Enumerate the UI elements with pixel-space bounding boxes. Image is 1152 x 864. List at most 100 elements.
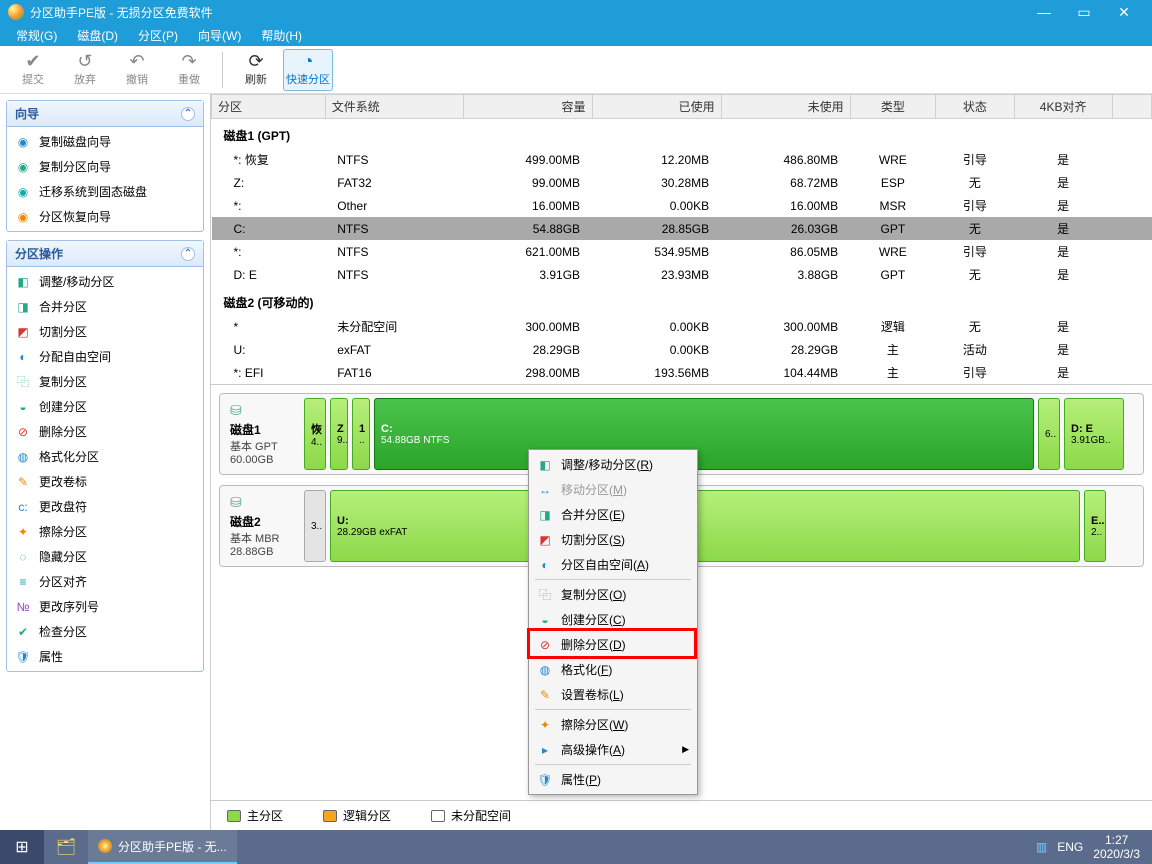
col-header[interactable]: 状态 [935,95,1014,119]
partition-row[interactable]: D: ENTFS3.91GB23.93MB3.88GBGPT无是 [212,263,1152,286]
maximize-button[interactable]: ▭ [1064,0,1104,24]
ctx-设置卷标(L)[interactable]: ✎设置卷标(L) [531,682,695,707]
col-header[interactable]: 容量 [463,95,592,119]
partition-block[interactable]: Z9.. [330,398,348,470]
action-分区对齐[interactable]: ≡分区对齐 [7,569,203,594]
ctx-合并分区(E)[interactable]: ◨合并分区(E) [531,502,695,527]
tool-撤销: ↶撤销 [112,49,162,91]
menu-item[interactable]: 磁盘(D) [67,25,128,46]
minimize-button[interactable]: — [1024,0,1064,24]
partition-row[interactable]: *: 恢复NTFS499.00MB12.20MB486.80MBWRE引导是 [212,148,1152,171]
menu-item[interactable]: 分区(P) [128,25,188,46]
partition-row[interactable]: *未分配空间300.00MB0.00KB300.00MB逻辑无是 [212,315,1152,338]
partition-row[interactable]: *: EFIFAT16298.00MB193.56MB104.44MB主引导是 [212,361,1152,384]
action-合并分区[interactable]: ◨合并分区 [7,294,203,319]
ctx-分区自由空间(A)[interactable]: ◐分区自由空间(A) [531,552,695,577]
partition-row[interactable]: *:NTFS621.00MB534.95MB86.05MBWRE引导是 [212,240,1152,263]
action-创建分区[interactable]: ◒创建分区 [7,394,203,419]
action-分区恢复向导[interactable]: ◉分区恢复向导 [7,204,203,229]
ops-panel-header[interactable]: 分区操作 ⌃ [7,241,203,267]
ctx-删除分区(D)[interactable]: ⊘删除分区(D) [531,632,695,657]
action-分配自由空间[interactable]: ◐分配自由空间 [7,344,203,369]
partition-block[interactable]: 恢4.. [304,398,326,470]
action-切割分区[interactable]: ◩切割分区 [7,319,203,344]
partition-block[interactable]: 3.. [304,490,326,562]
col-header[interactable]: 文件系统 [325,95,463,119]
action-删除分区[interactable]: ⊘删除分区 [7,419,203,444]
tool-icon: ✔ [25,52,40,70]
ctx-切割分区(S)[interactable]: ◩切割分区(S) [531,527,695,552]
tray-icon[interactable]: ▥ [1036,840,1047,854]
collapse-icon[interactable]: ⌃ [181,247,195,261]
tool-label: 重做 [178,71,200,87]
partition-row[interactable]: Z:FAT3299.00MB30.28MB68.72MBESP无是 [212,171,1152,194]
ctx-label: 高级操作(A) [561,741,625,758]
close-button[interactable]: ✕ [1104,0,1144,24]
partition-block[interactable]: C:54.88GB NTFS [374,398,1034,470]
action-复制磁盘向导[interactable]: ◉复制磁盘向导 [7,129,203,154]
action-擦除分区[interactable]: ✦擦除分区 [7,519,203,544]
col-header[interactable]: 未使用 [721,95,850,119]
clock[interactable]: 1:27 2020/3/3 [1093,833,1140,862]
action-label: 分配自由空间 [39,348,111,365]
partition-block[interactable]: 6.. [1038,398,1060,470]
clock-date: 2020/3/3 [1093,847,1140,861]
action-icon: 🛡 [15,649,31,665]
action-label: 分区对齐 [39,573,87,590]
partition-row[interactable]: C:NTFS54.88GB28.85GB26.03GBGPT无是 [212,217,1152,240]
tool-刷新[interactable]: ⟳刷新 [231,49,281,91]
action-更改盘符[interactable]: c:更改盘符 [7,494,203,519]
action-格式化分区[interactable]: ◍格式化分区 [7,444,203,469]
col-header[interactable]: 已使用 [592,95,721,119]
ctx-label: 复制分区(O) [561,586,626,603]
menu-item[interactable]: 帮助(H) [251,25,312,46]
disk-label[interactable]: ⛁磁盘1基本 GPT60.00GB [224,398,300,470]
ctx-调整/移动分区(R)[interactable]: ◧调整/移动分区(R) [531,452,695,477]
file-explorer-icon[interactable]: 🗂 [44,830,88,864]
action-检查分区[interactable]: ✔检查分区 [7,619,203,644]
action-属性[interactable]: 🛡 属性 [7,644,203,669]
col-header[interactable]: 4KB对齐 [1014,95,1112,119]
ctx-复制分区(O)[interactable]: ⿻复制分区(O) [531,582,695,607]
action-复制分区向导[interactable]: ◉复制分区向导 [7,154,203,179]
ctx-擦除分区(W)[interactable]: ✦擦除分区(W) [531,712,695,737]
taskbar-app-item[interactable]: 分区助手PE版 - 无... [88,830,237,864]
partition-block[interactable]: U:28.29GB exFAT [330,490,1080,562]
ctx-label: 创建分区(C) [561,611,626,628]
partition-block[interactable]: E..2.. [1084,490,1106,562]
action-label: 隐藏分区 [39,548,87,565]
action-复制分区[interactable]: ⿻复制分区 [7,369,203,394]
menu-item[interactable]: 向导(W) [188,25,251,46]
start-button[interactable]: ⊞ [0,830,44,864]
action-icon: ✦ [15,524,31,540]
ctx-格式化(F)[interactable]: ◍格式化(F) [531,657,695,682]
col-header[interactable]: 分区 [212,95,326,119]
partition-block[interactable]: 1.. [352,398,370,470]
action-更改卷标[interactable]: ✎更改卷标 [7,469,203,494]
partition-row[interactable]: *:Other16.00MB0.00KB16.00MBMSR引导是 [212,194,1152,217]
disk-header-row: 磁盘1 (GPT) [212,119,1152,149]
ctx-属性(P)[interactable]: 🛡属性(P) [531,767,695,792]
col-header[interactable]: 类型 [850,95,935,119]
action-调整/移动分区[interactable]: ◧调整/移动分区 [7,269,203,294]
action-label: 创建分区 [39,398,87,415]
partition-block[interactable]: D: E3.91GB.. [1064,398,1124,470]
ctx-创建分区(C)[interactable]: ◒ 创建分区(C) [531,607,695,632]
menu-item[interactable]: 常规(G) [6,25,67,46]
action-icon: ◍ [15,449,31,465]
sidebar: 向导 ⌃ ◉复制磁盘向导◉复制分区向导◉迁移系统到固态磁盘◉分区恢复向导 分区操… [0,94,210,830]
tool-快速分区[interactable]: ◔快速分区 [283,49,333,91]
language-indicator[interactable]: ENG [1057,840,1083,854]
disk-label[interactable]: ⛁磁盘2基本 MBR28.88GB [224,490,300,562]
partition-row[interactable]: U:exFAT28.29GB0.00KB28.29GB主活动是 [212,338,1152,361]
action-更改序列号[interactable]: №更改序列号 [7,594,203,619]
action-迁移系统到固态磁盘[interactable]: ◉迁移系统到固态磁盘 [7,179,203,204]
action-隐藏分区[interactable]: ◌隐藏分区 [7,544,203,569]
taskbar-app-icon [98,839,112,853]
wizard-panel-header[interactable]: 向导 ⌃ [7,101,203,127]
action-label: 属性 [39,648,63,665]
collapse-icon[interactable]: ⌃ [181,107,195,121]
ctx-icon: ◒ [537,612,553,628]
ctx-高级操作(A)[interactable]: ▸高级操作(A)▶ [531,737,695,762]
window-title: 分区助手PE版 - 无损分区免费软件 [30,4,1024,21]
